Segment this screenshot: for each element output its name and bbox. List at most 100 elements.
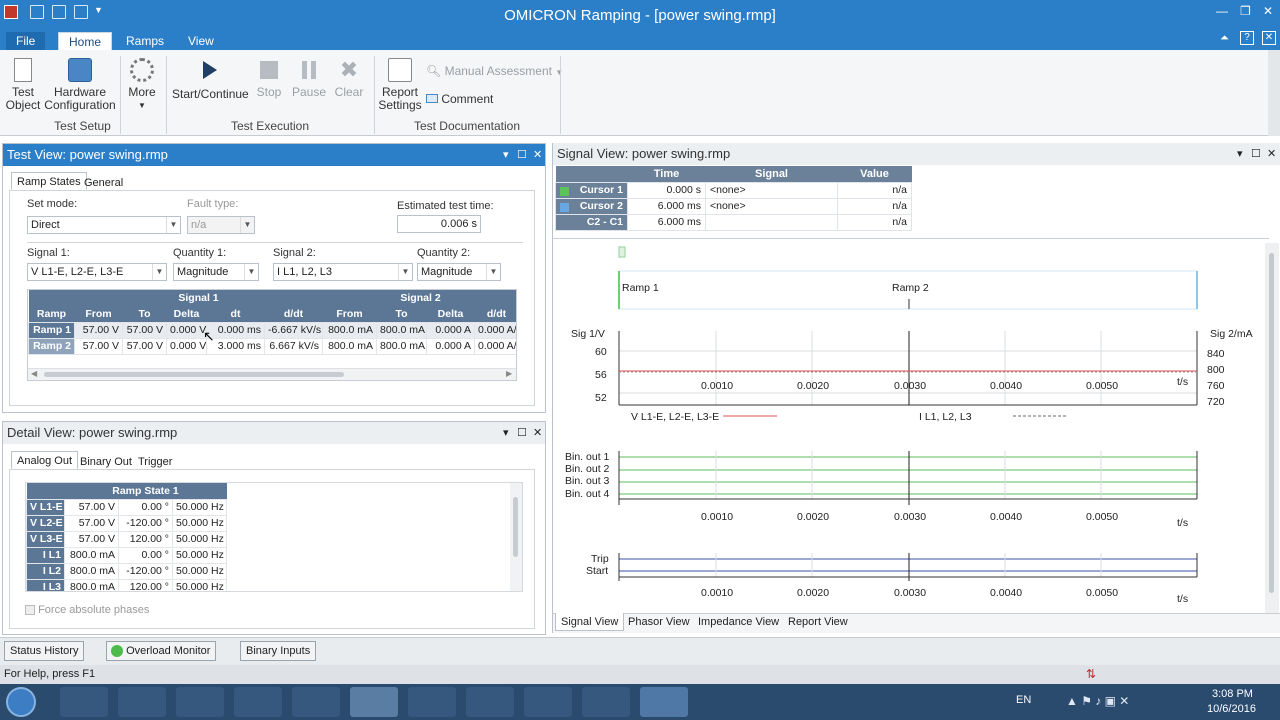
hardware-configuration-button[interactable]: Hardware Configuration	[44, 58, 116, 112]
overload-monitor-button[interactable]: Overload Monitor	[106, 641, 217, 661]
pause-button[interactable]: Pause	[290, 58, 328, 99]
tab-file[interactable]: File	[6, 32, 46, 50]
panel-maximize-icon[interactable]: ☐	[517, 426, 527, 439]
pen-taskbar-icon[interactable]	[524, 687, 572, 717]
app-taskbar-icon[interactable]	[466, 687, 514, 717]
panel-maximize-icon[interactable]: ☐	[1251, 147, 1261, 160]
ie-taskbar-icon[interactable]	[60, 687, 108, 717]
set-mode-select[interactable]: Direct ▼	[27, 216, 181, 234]
language-indicator[interactable]: EN	[1016, 694, 1031, 706]
tab-home[interactable]: Home	[58, 32, 113, 50]
est-time-field: 0.006 s	[397, 215, 481, 233]
tab-analog-out[interactable]: Analog Out	[11, 451, 79, 469]
cursor-table[interactable]: Time Signal Value Cursor 1 0.000 s <none> …	[555, 166, 912, 231]
panel-menu-icon[interactable]: ▾	[503, 148, 509, 161]
group-test-setup: Test Setup	[54, 119, 111, 133]
binary-inputs-button[interactable]: Binary Inputs	[240, 641, 317, 661]
table-hscrollbar[interactable]: ◀ ▶	[28, 368, 516, 380]
start-button[interactable]	[6, 687, 36, 717]
test-object-button[interactable]: Test Object	[4, 58, 42, 112]
status-history-button[interactable]: Status History	[4, 641, 85, 661]
col-from2: From	[322, 306, 377, 322]
table-row[interactable]: Cursor 1 0.000 s <none> n/a	[555, 181, 912, 199]
table-row[interactable]: Ramp 1 57.00 V 57.00 V 0.000 V 0.000 ms …	[28, 321, 516, 339]
ramp1-label: Ramp 1	[622, 282, 659, 294]
table-row: V L2-E 57.00 V -120.00 ° 50.000 Hz	[26, 514, 228, 532]
est-time-label: Estimated test time:	[397, 200, 494, 212]
manual-assessment-button[interactable]: 🔍︎ Manual Assessment ▼	[426, 64, 563, 78]
signal-vscrollbar[interactable]	[1265, 243, 1279, 613]
clear-x-icon: ✖	[339, 57, 359, 82]
fault-type-select[interactable]: n/a ▼	[187, 216, 255, 234]
quantity2-label: Quantity 2:	[417, 247, 471, 259]
group-test-documentation: Test Documentation	[413, 119, 521, 133]
x-tick: 0.0010	[701, 511, 733, 523]
help-icon[interactable]: ?	[1240, 31, 1254, 45]
signal2-select[interactable]: I L1, L2, L3 ▼	[273, 263, 413, 281]
signal-chart[interactable]: Ramp 1 Ramp 2 Sig 1/V Sig 2/mA 60 56 52 …	[553, 243, 1269, 615]
table-row[interactable]: Ramp 2 57.00 V 57.00 V 0.000 V 3.000 ms …	[28, 337, 516, 355]
ramp-table[interactable]: Signal 1 Signal 2 Ramp From To Delta dt d…	[28, 290, 516, 355]
checkbox-icon	[25, 605, 35, 616]
report-settings-button[interactable]: Report Settings	[378, 58, 422, 112]
y1-tick: 60	[595, 346, 607, 358]
analog-out-table: Ramp State 1 V L1-E 57.00 V 0.00 ° 50.000 H…	[26, 483, 228, 591]
tool-taskbar-icon[interactable]	[350, 687, 398, 717]
y2-tick: 760	[1207, 380, 1225, 392]
x-tick: 0.0020	[797, 380, 829, 392]
media-taskbar-icon[interactable]	[176, 687, 224, 717]
col-delta: Delta	[166, 306, 207, 322]
binary-out-2-label: Bin. out 2	[565, 463, 610, 475]
stop-button[interactable]: Stop	[252, 58, 286, 99]
panel-maximize-icon[interactable]: ☐	[517, 148, 527, 161]
panel-close-icon[interactable]: ✕	[533, 426, 542, 439]
group-test-execution: Test Execution	[230, 119, 310, 133]
collapse-ribbon-icon[interactable]: ⏶	[1220, 32, 1229, 45]
panel-close-icon[interactable]: ✕	[533, 148, 542, 161]
tray-icons[interactable]: ▲ ⚑ ♪ ▣ ✕	[1066, 694, 1129, 708]
tab-ramps[interactable]: Ramps	[116, 32, 174, 50]
tab-impedance-view[interactable]: Impedance View	[693, 613, 784, 631]
word-taskbar-icon[interactable]	[582, 687, 630, 717]
outlook-taskbar-icon[interactable]	[292, 687, 340, 717]
stop-icon	[260, 61, 278, 79]
status-led-icon	[111, 645, 123, 658]
tab-signal-view[interactable]: Signal View	[555, 613, 625, 631]
table-row[interactable]: C2 - C1 6.000 ms n/a	[555, 213, 912, 231]
tab-report-view[interactable]: Report View	[783, 613, 853, 631]
ramp-state-header: Ramp State 1	[64, 483, 227, 499]
detail-view-header: Detail View: power swing.rmp	[3, 422, 545, 444]
ramp-table-container: Signal 1 Signal 2 Ramp From To Delta dt d…	[27, 289, 517, 381]
omicron-taskbar-icon[interactable]	[640, 687, 688, 717]
table-row[interactable]: Cursor 2 6.000 ms <none> n/a	[555, 197, 912, 215]
clock-date[interactable]: 10/6/2016	[1207, 703, 1256, 715]
panel-menu-icon[interactable]: ▾	[1237, 147, 1243, 160]
tab-view[interactable]: View	[178, 32, 224, 50]
start-continue-button[interactable]: Start/Continue	[172, 58, 249, 101]
detail-vscrollbar[interactable]	[510, 483, 522, 591]
tab-phasor-view[interactable]: Phasor View	[623, 613, 695, 631]
quantity2-select[interactable]: Magnitude ▼	[417, 263, 501, 281]
start-label: Start	[586, 565, 608, 577]
test-view-panel: Test View: power swing.rmp ▾ ☐ ✕ Ramp St…	[2, 143, 546, 413]
x-tick: 0.0010	[701, 587, 733, 599]
detail-view-panel: Detail View: power swing.rmp ▾ ☐ ✕ Analo…	[2, 421, 546, 635]
minimize-button[interactable]: —	[1216, 4, 1228, 18]
explorer-taskbar-icon[interactable]	[118, 687, 166, 717]
signal1-select[interactable]: V L1-E, L2-E, L3-E ▼	[27, 263, 167, 281]
close-button[interactable]: ✕	[1263, 4, 1273, 18]
quantity1-select[interactable]: Magnitude ▼	[173, 263, 259, 281]
clear-button[interactable]: ✖ Clear	[332, 58, 366, 99]
tab-ramp-states[interactable]: Ramp States	[11, 172, 87, 190]
panel-menu-icon[interactable]: ▾	[503, 426, 509, 439]
ribbon-scrollbar[interactable]	[1268, 50, 1280, 136]
chrome-taskbar-icon[interactable]	[234, 687, 282, 717]
force-absolute-phases-checkbox[interactable]: Force absolute phases	[25, 604, 149, 616]
close-doc-icon[interactable]: ✕	[1262, 31, 1276, 45]
notes-taskbar-icon[interactable]	[408, 687, 456, 717]
clock-time[interactable]: 3:08 PM	[1212, 688, 1253, 700]
panel-close-icon[interactable]: ✕	[1267, 147, 1276, 160]
more-button[interactable]: More ▼	[124, 58, 160, 112]
maximize-button[interactable]: ❐	[1240, 4, 1251, 18]
comment-button[interactable]: Comment	[426, 92, 493, 106]
